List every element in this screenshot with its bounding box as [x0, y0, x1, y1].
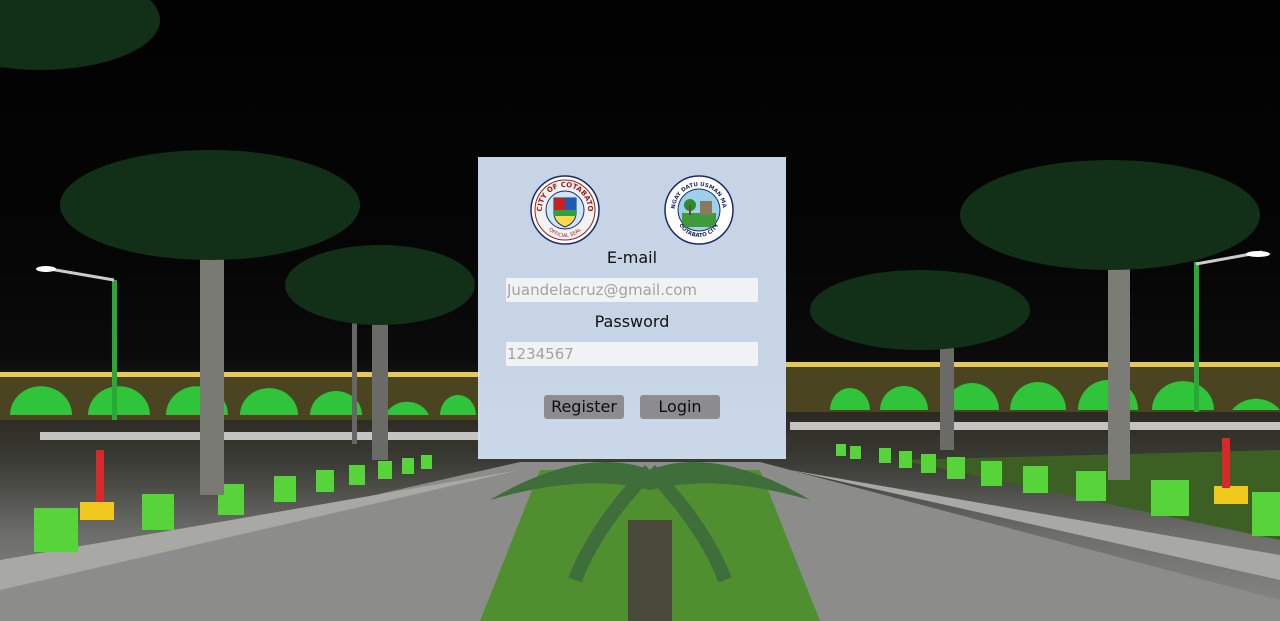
- barangay-datu-usman-seal-icon: BARANGAY DATU USMAN MAMPEN COTABATO CITY: [661, 171, 734, 245]
- fence-right: [790, 422, 1280, 430]
- password-field[interactable]: [506, 342, 758, 366]
- register-button[interactable]: Register: [544, 395, 624, 419]
- password-label: Password: [594, 312, 670, 331]
- login-panel: CITY OF COTABATO OFFICIAL SEAL BARANGAY …: [478, 157, 786, 459]
- city-of-cotabato-seal-icon: CITY OF COTABATO OFFICIAL SEAL: [530, 175, 600, 245]
- email-label: E-mail: [606, 248, 658, 267]
- login-button[interactable]: Login: [640, 395, 720, 419]
- fence-left: [40, 432, 480, 440]
- email-field[interactable]: [506, 278, 758, 302]
